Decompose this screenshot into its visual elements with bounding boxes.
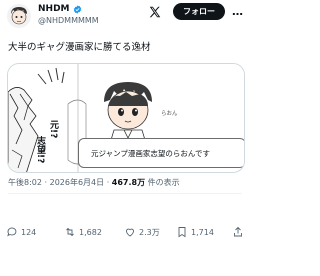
action-bar (0, 262, 250, 276)
author-name[interactable]: NHDM (38, 4, 82, 14)
manga-text-line-1: 元!? (48, 120, 58, 139)
manga-text-line-2: 志望!? (35, 136, 45, 164)
tweet-date[interactable]: 2026年6月4日 (50, 178, 105, 187)
repost-button[interactable]: 1,682 (64, 226, 102, 238)
verified-badge-icon (73, 4, 81, 14)
tweet-actions: 124 1,682 2.3万 1,714 (0, 226, 250, 240)
reply-count: 124 (21, 227, 37, 237)
image-caption: 元ジャンプ漫画家志望のらおんです (78, 138, 244, 168)
tweet-image[interactable]: らおん 元!? 志望!? 元ジャンプ漫画家志望のらおんです (7, 63, 245, 173)
view-count-label: 件の表示 (147, 178, 180, 187)
avatar-image (7, 4, 31, 28)
tweet-text: 大半のギャグ漫画家に勝てる逸材 (8, 42, 151, 53)
like-button[interactable]: 2.3万 (124, 226, 160, 238)
reply-button[interactable]: 124 (6, 226, 36, 238)
like-count: 2.3万 (139, 227, 160, 237)
author-name-text: NHDM (38, 4, 70, 14)
heart-icon (126, 228, 134, 237)
tweet-meta: 午後8:02 · 2026年6月4日 · 467.8万 件の表示 (8, 178, 180, 187)
avatar[interactable] (7, 4, 31, 28)
share-icon (234, 226, 242, 237)
author-handle[interactable]: @NHDMMMMM (38, 16, 99, 25)
follow-button[interactable]: フォロー (173, 3, 225, 20)
x-logo-icon[interactable] (148, 5, 162, 19)
tweet-time[interactable]: 午後8:02 (8, 178, 42, 187)
bookmark-count: 1,714 (191, 227, 214, 237)
bookmark-button[interactable]: 1,714 (176, 226, 214, 238)
divider (8, 193, 242, 194)
bookmark-icon (178, 227, 186, 238)
character-name: らおん (161, 111, 178, 117)
share-button[interactable] (232, 226, 247, 238)
repost-icon (66, 227, 74, 237)
repost-count: 1,682 (79, 227, 102, 237)
more-options-icon[interactable]: … (232, 5, 243, 18)
view-count: 467.8万 (111, 178, 146, 187)
reply-icon (7, 227, 17, 237)
